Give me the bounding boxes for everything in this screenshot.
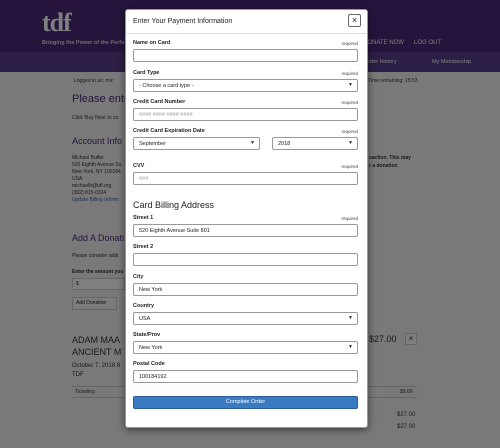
chevron-down-icon: ▼	[348, 344, 353, 350]
modal-header: Enter Your Payment Information ×	[126, 10, 367, 34]
expiration-month-value: September	[139, 141, 166, 147]
chevron-down-icon: ▼	[348, 315, 353, 321]
name-on-card-input[interactable]	[133, 49, 358, 62]
state-value: New York	[139, 345, 163, 351]
complete-order-button[interactable]: Complete Order	[133, 396, 358, 409]
country-label: Country	[133, 303, 155, 309]
card-number-label: Credit Card Number	[133, 99, 186, 105]
street2-input[interactable]	[133, 253, 358, 266]
expiration-label: Credit Card Expiration Date	[133, 128, 205, 134]
billing-address-heading: Card Billing Address	[133, 200, 215, 210]
card-type-value: - Choose a card type -	[139, 83, 194, 89]
expiration-month-select[interactable]: September ▼	[133, 137, 260, 150]
city-input[interactable]: New York	[133, 283, 358, 296]
required-indicator: required	[341, 71, 358, 76]
chevron-down-icon: ▼	[348, 82, 353, 88]
payment-modal: Enter Your Payment Information × Name on…	[125, 9, 368, 428]
card-number-input[interactable]: #### #### #### ####	[133, 108, 358, 121]
chevron-down-icon: ▼	[348, 140, 353, 146]
cvv-input[interactable]: ###	[133, 172, 358, 185]
name-on-card-label: Name on Card	[133, 40, 171, 46]
expiration-year-value: 2018	[278, 141, 291, 147]
street2-label: Street 2	[133, 244, 154, 250]
expiration-year-select[interactable]: 2018 ▼	[272, 137, 358, 150]
state-label: State/Prov	[133, 332, 161, 338]
country-select[interactable]: USA ▼	[133, 312, 358, 325]
street1-input[interactable]: 520 Eighth Avenue Suite 801	[133, 224, 358, 237]
close-button[interactable]: ×	[348, 14, 361, 27]
postal-code-label: Postal Code	[133, 361, 165, 367]
street1-label: Street 1	[133, 215, 154, 221]
state-select[interactable]: New York ▼	[133, 341, 358, 354]
city-label: City	[133, 274, 144, 280]
required-indicator: required	[341, 164, 358, 169]
country-value: USA	[139, 316, 151, 322]
card-type-label: Card Type	[133, 70, 160, 76]
required-indicator: required	[341, 129, 358, 134]
required-indicator: required	[341, 100, 358, 105]
modal-title: Enter Your Payment Information	[133, 18, 233, 25]
card-type-select[interactable]: - Choose a card type - ▼	[133, 79, 358, 92]
cvv-label: CVV	[133, 163, 145, 169]
postal-code-input[interactable]: 100184192	[133, 370, 358, 383]
required-indicator: required	[341, 216, 358, 221]
required-indicator: required	[341, 41, 358, 46]
chevron-down-icon: ▼	[250, 140, 255, 146]
